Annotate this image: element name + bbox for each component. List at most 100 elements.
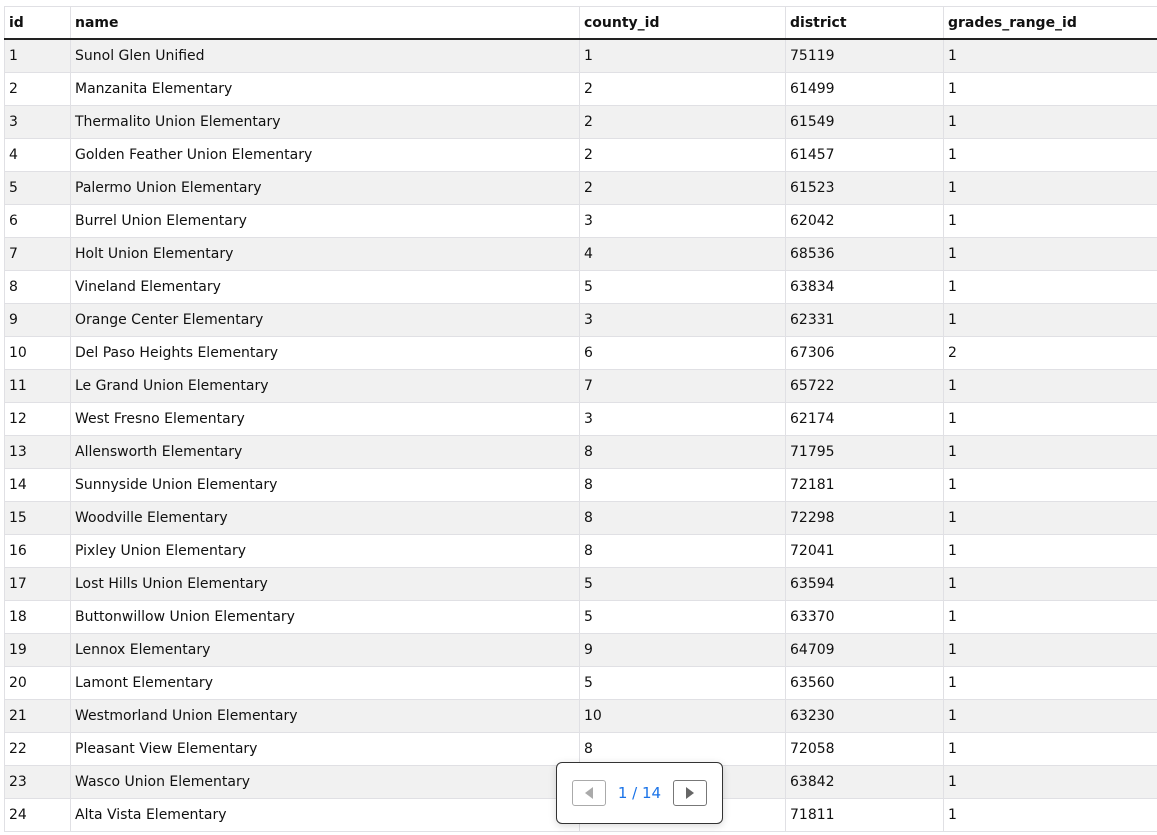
cell-id: 11	[4, 369, 71, 403]
cell-id: 17	[4, 567, 71, 601]
cell-name: Orange Center Elementary	[70, 303, 580, 337]
cell-id: 19	[4, 633, 71, 667]
cell-district: 71811	[785, 798, 944, 832]
cell-district: 72058	[785, 732, 944, 766]
cell-county-id: 1	[579, 39, 786, 73]
table-row: 21 Westmorland Union Elementary 10 63230 1	[4, 699, 1157, 733]
column-header-district[interactable]: district	[785, 6, 944, 40]
cell-name: Buttonwillow Union Elementary	[70, 600, 580, 634]
cell-name: Lennox Elementary	[70, 633, 580, 667]
cell-grades-range-id: 1	[943, 402, 1157, 436]
column-header-grades-range-id[interactable]: grades_range_id	[943, 6, 1157, 40]
cell-grades-range-id: 1	[943, 501, 1157, 535]
cell-name: West Fresno Elementary	[70, 402, 580, 436]
cell-name: Allensworth Elementary	[70, 435, 580, 469]
cell-county-id: 2	[579, 171, 786, 205]
table-row: 19 Lennox Elementary 9 64709 1	[4, 633, 1157, 667]
next-page-button[interactable]	[673, 780, 708, 806]
cell-grades-range-id: 1	[943, 435, 1157, 469]
cell-id: 16	[4, 534, 71, 568]
cell-grades-range-id: 1	[943, 765, 1157, 799]
cell-name: Palermo Union Elementary	[70, 171, 580, 205]
cell-district: 64709	[785, 633, 944, 667]
cell-name: Westmorland Union Elementary	[70, 699, 580, 733]
cell-name: Wasco Union Elementary	[70, 765, 580, 799]
cell-grades-range-id: 1	[943, 600, 1157, 634]
table-row: 15 Woodville Elementary 8 72298 1	[4, 501, 1157, 535]
cell-name: Woodville Elementary	[70, 501, 580, 535]
table-row: 3 Thermalito Union Elementary 2 61549 1	[4, 105, 1157, 139]
table-row: 6 Burrel Union Elementary 3 62042 1	[4, 204, 1157, 238]
cell-name: Thermalito Union Elementary	[70, 105, 580, 139]
cell-county-id: 4	[579, 237, 786, 271]
column-header-name[interactable]: name	[70, 6, 580, 40]
table-row: 11 Le Grand Union Elementary 7 65722 1	[4, 369, 1157, 403]
cell-id: 9	[4, 303, 71, 337]
column-header-id[interactable]: id	[4, 6, 71, 40]
cell-district: 63594	[785, 567, 944, 601]
data-table: id name county_id district grades_range_id 1…	[4, 6, 1157, 832]
cell-county-id: 5	[579, 567, 786, 601]
table-row: 22 Pleasant View Elementary 8 72058 1	[4, 732, 1157, 766]
cell-id: 5	[4, 171, 71, 205]
cell-grades-range-id: 1	[943, 534, 1157, 568]
table-row: 14 Sunnyside Union Elementary 8 72181 1	[4, 468, 1157, 502]
cell-district: 61523	[785, 171, 944, 205]
cell-name: Alta Vista Elementary	[70, 798, 580, 832]
cell-district: 62042	[785, 204, 944, 238]
pagination-control: 1 / 14	[556, 762, 723, 824]
cell-id: 24	[4, 798, 71, 832]
table-row: 4 Golden Feather Union Elementary 2 61457 1	[4, 138, 1157, 172]
header-row: id name county_id district grades_range_id	[4, 6, 1157, 40]
table-row: 8 Vineland Elementary 5 63834 1	[4, 270, 1157, 304]
table-row: 17 Lost Hills Union Elementary 5 63594 1	[4, 567, 1157, 601]
cell-district: 72181	[785, 468, 944, 502]
cell-id: 3	[4, 105, 71, 139]
cell-county-id: 9	[579, 633, 786, 667]
column-header-county-id[interactable]: county_id	[579, 6, 786, 40]
cell-county-id: 3	[579, 204, 786, 238]
cell-name: Pleasant View Elementary	[70, 732, 580, 766]
cell-district: 63842	[785, 765, 944, 799]
cell-district: 65722	[785, 369, 944, 403]
cell-grades-range-id: 1	[943, 567, 1157, 601]
cell-id: 12	[4, 402, 71, 436]
table-row: 13 Allensworth Elementary 8 71795 1	[4, 435, 1157, 469]
cell-id: 13	[4, 435, 71, 469]
cell-grades-range-id: 2	[943, 336, 1157, 370]
table-row: 10 Del Paso Heights Elementary 6 67306 2	[4, 336, 1157, 370]
cell-county-id: 8	[579, 435, 786, 469]
cell-district: 67306	[785, 336, 944, 370]
cell-district: 72298	[785, 501, 944, 535]
cell-grades-range-id: 1	[943, 204, 1157, 238]
cell-district: 61457	[785, 138, 944, 172]
cell-name: Lamont Elementary	[70, 666, 580, 700]
cell-grades-range-id: 1	[943, 666, 1157, 700]
cell-district: 61549	[785, 105, 944, 139]
cell-county-id: 10	[579, 699, 786, 733]
cell-county-id: 2	[579, 138, 786, 172]
cell-name: Sunnyside Union Elementary	[70, 468, 580, 502]
cell-id: 23	[4, 765, 71, 799]
cell-grades-range-id: 1	[943, 732, 1157, 766]
prev-page-button[interactable]	[571, 780, 606, 806]
cell-grades-range-id: 1	[943, 270, 1157, 304]
cell-name: Le Grand Union Elementary	[70, 369, 580, 403]
table-row: 16 Pixley Union Elementary 8 72041 1	[4, 534, 1157, 568]
triangle-right-icon	[686, 787, 695, 799]
cell-grades-range-id: 1	[943, 171, 1157, 205]
cell-county-id: 2	[579, 72, 786, 106]
cell-grades-range-id: 1	[943, 303, 1157, 337]
cell-county-id: 3	[579, 303, 786, 337]
cell-id: 15	[4, 501, 71, 535]
cell-grades-range-id: 1	[943, 138, 1157, 172]
cell-id: 22	[4, 732, 71, 766]
triangle-left-icon	[584, 787, 593, 799]
cell-id: 21	[4, 699, 71, 733]
cell-grades-range-id: 1	[943, 369, 1157, 403]
cell-name: Lost Hills Union Elementary	[70, 567, 580, 601]
cell-district: 75119	[785, 39, 944, 73]
cell-name: Pixley Union Elementary	[70, 534, 580, 568]
cell-grades-range-id: 1	[943, 39, 1157, 73]
table-row: 7 Holt Union Elementary 4 68536 1	[4, 237, 1157, 271]
